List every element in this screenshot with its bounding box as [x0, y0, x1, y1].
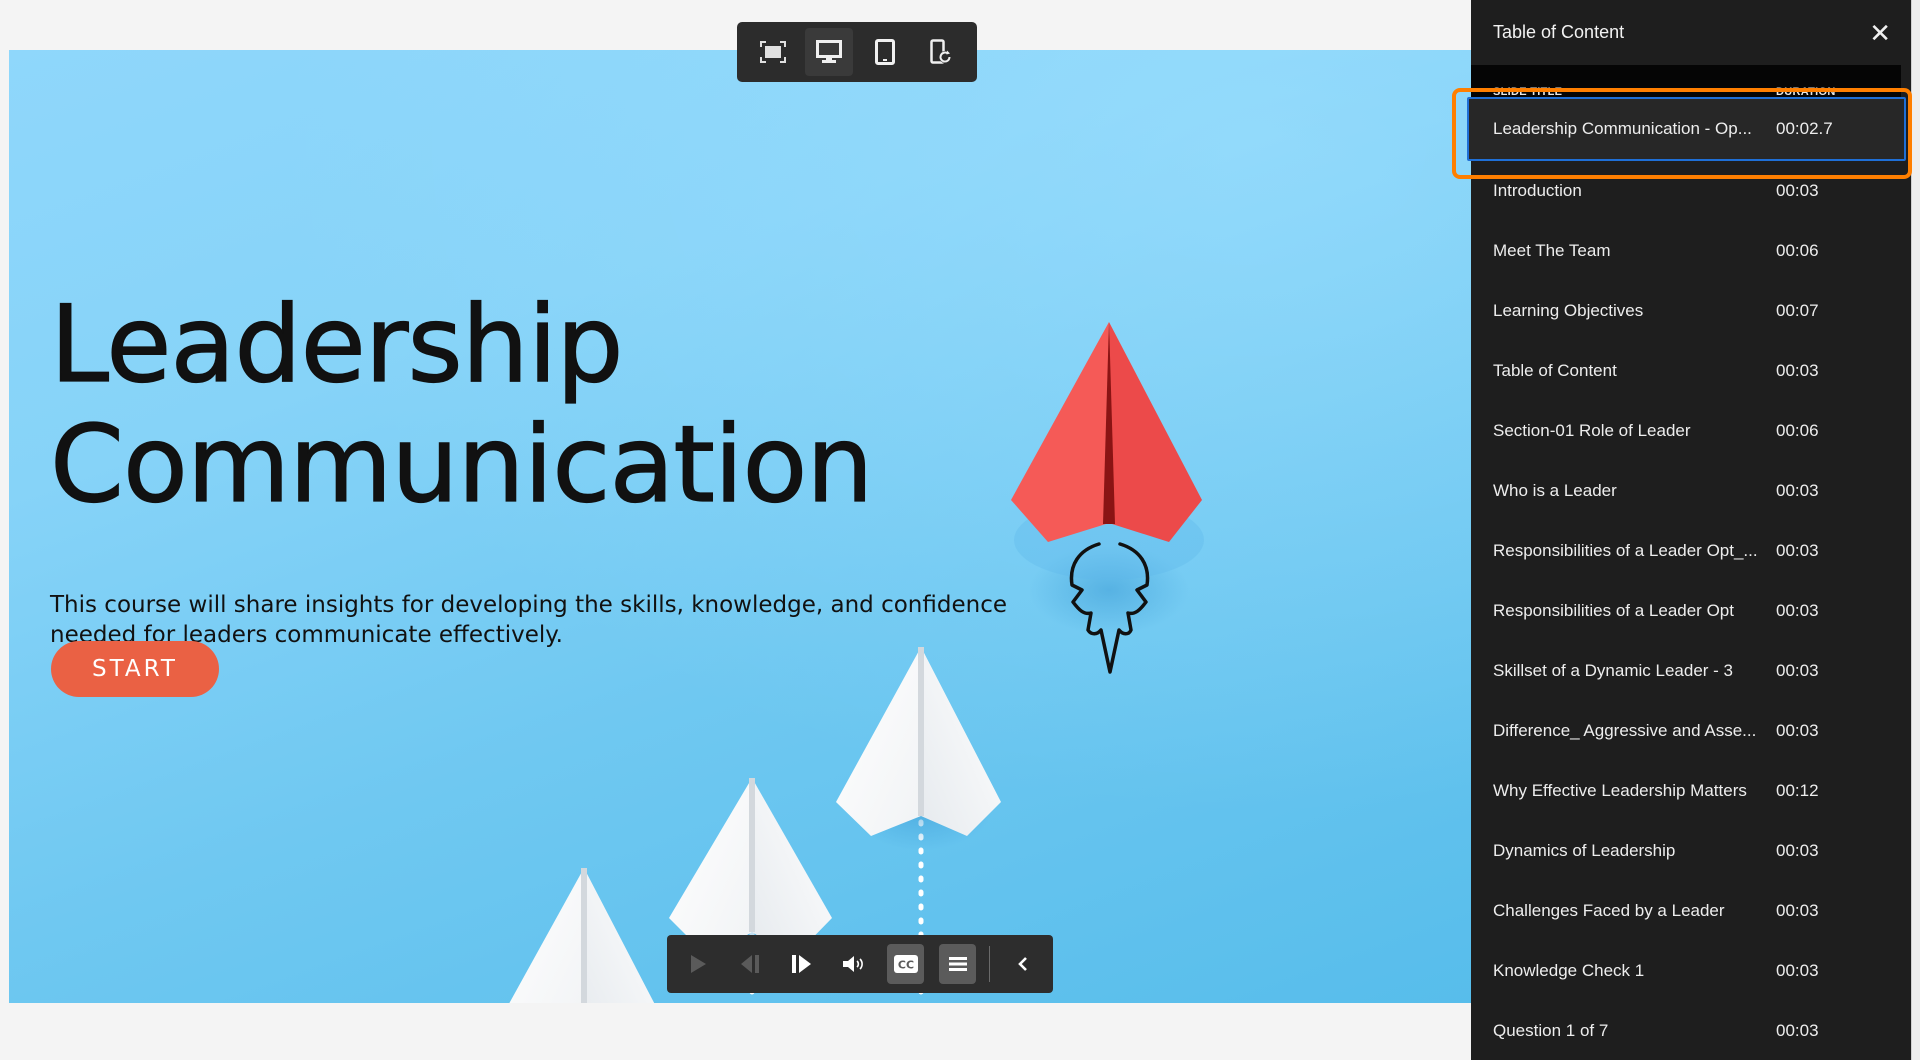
volume-button[interactable] [835, 944, 872, 984]
toc-row-title: Difference_ Aggressive and Asse... [1493, 721, 1757, 740]
toc-row-duration: 00:03 [1776, 901, 1819, 920]
previous-icon [740, 955, 759, 973]
toc-row-duration: 00:03 [1776, 481, 1819, 500]
toc-row-title: Table of Content [1493, 361, 1617, 380]
slide-title: Leadership Communication [49, 283, 874, 526]
play-button[interactable] [679, 944, 716, 984]
table-of-contents-icon [948, 957, 967, 971]
toc-row-duration: 00:06 [1776, 421, 1819, 440]
closed-captions-icon: CC [893, 955, 918, 973]
toc-row-title: Leadership Communication - Op... [1493, 119, 1752, 138]
toc-row-duration: 00:02.7 [1776, 119, 1833, 138]
table-of-contents-button[interactable] [939, 944, 977, 984]
toc-row-duration: 00:03 [1776, 181, 1819, 200]
toc-row-title: Responsibilities of a Leader Opt [1493, 601, 1734, 620]
slide-subtitle-line-1: This course will share insights for deve… [50, 592, 1007, 618]
toc-row[interactable]: Question 1 of 7 00:03 [1471, 1001, 1911, 1060]
toc-row-duration: 00:12 [1776, 781, 1819, 800]
toc-row-duration: 00:03 [1776, 601, 1819, 620]
toc-row[interactable]: Difference_ Aggressive and Asse... 00:03 [1471, 701, 1911, 761]
toc-row-title: Introduction [1493, 181, 1582, 200]
toc-row-title: Knowledge Check 1 [1493, 961, 1645, 980]
toc-row-current[interactable]: Leadership Communication - Op... 00:02.7 [1467, 97, 1906, 161]
toc-row-duration: 00:03 [1776, 841, 1819, 860]
white-paper-plane [836, 647, 1001, 836]
toc-row-title: Section-01 Role of Leader [1493, 421, 1691, 440]
fit-to-screen-icon [760, 41, 786, 63]
desktop-icon [816, 40, 842, 63]
toc-row[interactable]: Introduction 00:03 [1471, 161, 1911, 221]
toc-list: Leadership Communication - Op... 00:02.7… [1467, 97, 1911, 1060]
red-paper-plane [1011, 322, 1204, 580]
toc-row-title: Dynamics of Leadership [1493, 841, 1676, 860]
volume-icon [842, 956, 863, 972]
table-of-content-panel: Table of Content ✕ SLIDE TITLE DURATION … [1467, 0, 1911, 1060]
closed-captions-button[interactable]: CC [887, 944, 925, 984]
toc-row-duration: 00:03 [1776, 1021, 1819, 1040]
toc-rows: Introduction 00:03 Meet The Team 00:06 Lea… [1471, 100, 1911, 1060]
toc-row-title: Who is a Leader [1493, 481, 1617, 500]
close-icon[interactable]: ✕ [1869, 20, 1891, 46]
toc-row[interactable]: Meet The Team 00:06 [1471, 221, 1911, 281]
toc-row[interactable]: Responsibilities of a Leader Opt 00:03 [1471, 581, 1911, 641]
tablet-icon [875, 39, 895, 65]
slide-title-line-1: Leadership [49, 283, 624, 406]
paper-planes-illustration [509, 322, 1204, 1003]
next-icon [791, 955, 811, 973]
rotate-device-icon [930, 39, 951, 64]
toc-row[interactable]: Learning Objectives 00:07 [1471, 281, 1911, 341]
toc-row-title: Question 1 of 7 [1493, 1021, 1609, 1040]
slide-stage: Leadership Communication This course wil… [9, 50, 1471, 1003]
toc-header: Table of Content ✕ [1471, 0, 1911, 65]
toc-row-title: Skillset of a Dynamic Leader - 3 [1493, 661, 1733, 680]
tablet-view-button[interactable] [861, 28, 909, 76]
white-paper-plane [509, 868, 655, 1003]
collapse-chevron-icon [1017, 957, 1027, 971]
window-right-edge [1911, 0, 1920, 1060]
toc-row[interactable]: Section-01 Role of Leader 00:06 [1471, 401, 1911, 461]
white-paper-plane [669, 778, 832, 958]
view-mode-toolbar [737, 22, 977, 82]
toc-row-title: Why Effective Leadership Matters [1493, 781, 1747, 800]
fit-to-screen-button[interactable] [749, 28, 797, 76]
toc-row[interactable]: Who is a Leader 00:03 [1471, 461, 1911, 521]
toc-row-duration: 00:03 [1776, 661, 1819, 680]
toc-row[interactable]: Table of Content 00:03 [1471, 341, 1911, 401]
previous-slide-button[interactable] [731, 944, 768, 984]
toc-row-title: Responsibilities of a Leader Opt_... [1493, 541, 1758, 560]
toc-row[interactable]: Responsibilities of a Leader Opt_... 00:0… [1471, 521, 1911, 581]
svg-text:CC: CC [897, 959, 913, 972]
mobile-rotate-button[interactable] [917, 28, 965, 76]
toc-row[interactable]: Why Effective Leadership Matters 00:12 [1471, 761, 1911, 821]
desktop-view-button[interactable] [805, 28, 853, 76]
toc-row-title: Meet The Team [1493, 241, 1611, 260]
toc-row[interactable]: Skillset of a Dynamic Leader - 3 00:03 [1471, 641, 1911, 701]
toc-row[interactable]: Dynamics of Leadership 00:03 [1471, 821, 1911, 881]
toc-row-duration: 00:07 [1776, 301, 1819, 320]
slide-title-line-2: Communication [49, 403, 874, 526]
toc-row-duration: 00:03 [1776, 721, 1819, 740]
playbar-divider [989, 946, 991, 982]
toc-row-title: Challenges Faced by a Leader [1493, 901, 1725, 920]
toc-column-headers: SLIDE TITLE DURATION [1471, 65, 1901, 100]
start-button[interactable]: START [51, 641, 219, 697]
play-icon [690, 955, 706, 973]
toc-row-duration: 00:06 [1776, 241, 1819, 260]
toc-row[interactable]: Challenges Faced by a Leader 00:03 [1471, 881, 1911, 941]
toc-title: Table of Content [1493, 22, 1625, 42]
toc-row[interactable]: Knowledge Check 1 00:03 [1471, 941, 1911, 1001]
toc-row-duration: 00:03 [1776, 961, 1819, 980]
playback-bar: CC [667, 935, 1053, 993]
next-slide-button[interactable] [783, 944, 820, 984]
slide-subtitle: This course will share insights for deve… [50, 590, 1050, 650]
toc-row-title: Learning Objectives [1493, 301, 1644, 320]
toc-row-duration: 00:03 [1776, 361, 1819, 380]
toc-row-duration: 00:03 [1776, 541, 1819, 560]
collapse-playbar-button[interactable] [1004, 944, 1041, 984]
